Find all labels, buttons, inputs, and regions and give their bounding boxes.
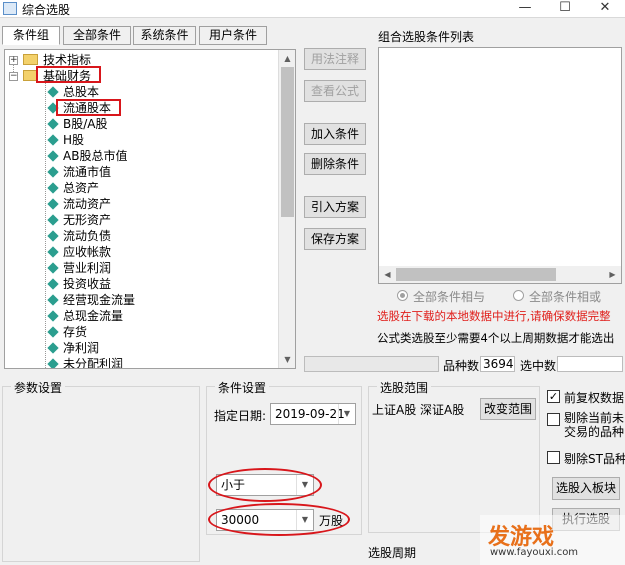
and-radio[interactable] [397, 290, 408, 301]
date-picker[interactable]: 2019-09-21 ▼ [270, 403, 356, 425]
tree-leaf-label: 无形资产 [63, 213, 112, 227]
formula-icon [47, 358, 59, 368]
delete-condition-button[interactable]: 删除条件 [304, 153, 366, 175]
formula-icon [47, 310, 59, 322]
expand-icon[interactable]: + [9, 56, 18, 65]
or-label: 全部条件相或 [529, 290, 602, 304]
condition-list[interactable] [378, 47, 622, 284]
formula-icon [47, 294, 59, 306]
formula-icon [47, 214, 59, 226]
formula-icon [47, 326, 59, 338]
watermark-url: www.fayouxi.com [490, 547, 579, 558]
chevron-down-icon[interactable]: ▼ [338, 404, 355, 424]
formula-icon [47, 134, 59, 146]
tree-scrollbar[interactable]: ▲ ▼ [278, 50, 295, 368]
scroll-thumb[interactable] [396, 268, 556, 281]
list-hscrollbar[interactable]: ◀ ▶ [379, 266, 621, 283]
select-to-block-button[interactable]: 选股入板块 [552, 477, 620, 500]
tree-leaf-label: 存货 [63, 325, 88, 339]
formula-icon [47, 342, 59, 354]
title-bar: 综合选股 — ☐ ✕ [0, 0, 625, 18]
formula-icon [47, 150, 59, 162]
tree-leaf-label: 投资收益 [63, 277, 112, 291]
maximize-button[interactable]: ☐ [545, 0, 585, 18]
param-settings-group: 参数设置 [2, 379, 200, 562]
scroll-up-icon[interactable]: ▲ [279, 50, 296, 67]
app-icon [3, 2, 17, 15]
tree-leaf-label: 流动资产 [63, 197, 112, 211]
folder-icon [23, 54, 38, 65]
scroll-thumb[interactable] [281, 67, 294, 217]
tree-leaf-label: 流动负债 [63, 229, 112, 243]
formula-icon [47, 166, 59, 178]
tree-leaf-label: 总现金流量 [63, 309, 124, 323]
formula-icon [47, 246, 59, 258]
tree-leaf-label: 流通市值 [63, 165, 112, 179]
exclude-st-checkbox[interactable] [547, 451, 560, 464]
highlight-box [56, 99, 121, 116]
formula-note: 公式类选股至少需要4个以上周期数据才能选出 [377, 331, 615, 345]
selected-count-value [557, 356, 623, 372]
minimize-button[interactable]: — [505, 0, 545, 18]
tree-leaf-label: H股 [63, 133, 85, 147]
date-label: 指定日期: [214, 409, 267, 423]
tree-leaf-label: 经营现金流量 [63, 293, 136, 307]
scroll-right-icon[interactable]: ▶ [604, 266, 621, 283]
tree-leaf-label: B股/A股 [63, 117, 108, 131]
progress-field [304, 356, 439, 372]
collapse-icon[interactable]: − [9, 72, 18, 81]
formula-icon [47, 86, 59, 98]
formula-icon [47, 118, 59, 130]
and-label: 全部条件相与 [413, 290, 486, 304]
tree-leaf-label: 总股本 [63, 85, 100, 99]
condition-list-title: 组合选股条件列表 [378, 30, 475, 44]
tab-system-conditions[interactable]: 系统条件 [133, 26, 196, 45]
group-title: 参数设置 [11, 379, 66, 396]
data-warning-note: 选股在下载的本地数据中进行,请确保数据完整 [377, 309, 611, 323]
close-button[interactable]: ✕ [585, 0, 625, 18]
formula-icon [47, 230, 59, 242]
view-formula-button[interactable]: 查看公式 [304, 80, 366, 102]
scroll-left-icon[interactable]: ◀ [379, 266, 396, 283]
tree-leaf-label: 总资产 [63, 181, 100, 195]
highlight-box [36, 66, 101, 83]
range-value: 上证A股 深证A股 [372, 403, 465, 417]
selected-count-label: 选中数 [520, 359, 557, 373]
prev-adjust-label: 前复权数据 [564, 391, 625, 405]
formula-icon [47, 198, 59, 210]
group-title: 条件设置 [215, 379, 270, 396]
tab-user-conditions[interactable]: 用户条件 [199, 26, 267, 45]
tree-leaf-label: 未分配利润 [63, 357, 124, 369]
window-title: 综合选股 [22, 3, 71, 17]
tab-all-conditions[interactable]: 全部条件 [63, 26, 131, 45]
date-value: 2019-09-21 [275, 407, 345, 421]
tree-leaf-label: 营业利润 [63, 261, 112, 275]
tree-leaf-label: AB股总市值 [63, 149, 128, 163]
or-radio[interactable] [513, 290, 524, 301]
add-condition-button[interactable]: 加入条件 [304, 123, 366, 145]
exclude-suspended-checkbox[interactable] [547, 413, 560, 426]
formula-icon [47, 262, 59, 274]
formula-icon [47, 278, 59, 290]
count-label: 品种数 [443, 359, 480, 373]
count-value: 3694 [480, 356, 515, 372]
usage-note-button[interactable]: 用法注释 [304, 48, 366, 70]
import-plan-button[interactable]: 引入方案 [304, 196, 366, 218]
group-title: 选股范围 [377, 379, 432, 396]
scroll-down-icon[interactable]: ▼ [279, 351, 296, 368]
highlight-oval [208, 503, 350, 536]
watermark: 发游戏 www.fayouxi.com [480, 515, 625, 565]
formula-icon [47, 182, 59, 194]
save-plan-button[interactable]: 保存方案 [304, 228, 366, 250]
prev-adjust-checkbox[interactable]: ✓ [547, 390, 560, 403]
exclude-suspended-label: 剔除当前未交易的品种 [564, 411, 625, 439]
period-label: 选股周期 [368, 546, 417, 560]
tab-condition-group[interactable]: 条件组 [2, 26, 60, 45]
exclude-st-label: 剔除ST品种 [564, 452, 625, 466]
highlight-oval [208, 468, 322, 502]
condition-tree[interactable]: + 技术指标 − 基础财务 总股本 流通股本 B股/A股 H股 AB股总市值 流… [4, 49, 296, 369]
tree-leaf-label: 应收帐款 [63, 245, 112, 259]
change-range-button[interactable]: 改变范围 [480, 398, 536, 420]
tree-leaf-label: 净利润 [63, 341, 100, 355]
